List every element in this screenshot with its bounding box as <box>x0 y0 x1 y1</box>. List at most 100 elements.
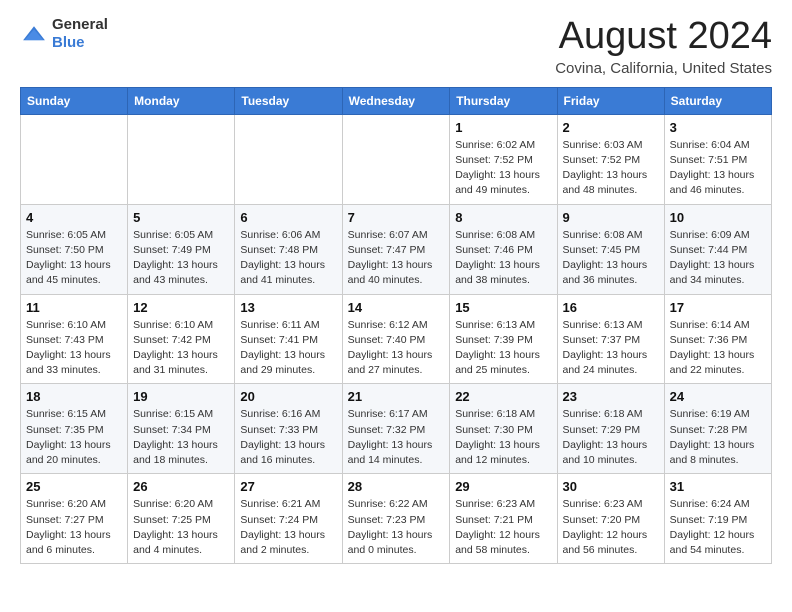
calendar-cell: 20 Sunrise: 6:16 AM Sunset: 7:33 PM Dayli… <box>235 384 342 474</box>
calendar-cell: 28 Sunrise: 6:22 AM Sunset: 7:23 PM Dayli… <box>342 474 450 564</box>
day-number: 26 <box>133 479 229 494</box>
day-number: 10 <box>670 210 766 225</box>
calendar-week-1: 1 Sunrise: 6:02 AM Sunset: 7:52 PM Daylig… <box>21 114 772 204</box>
day-info: Sunrise: 6:13 AM Sunset: 7:37 PM Dayligh… <box>563 318 659 379</box>
day-info: Sunrise: 6:04 AM Sunset: 7:51 PM Dayligh… <box>670 138 766 199</box>
day-number: 5 <box>133 210 229 225</box>
calendar-cell: 19Sunrise: 6:15 AM Sunset: 7:34 PM Dayli… <box>128 384 235 474</box>
day-info: Sunrise: 6:19 AM Sunset: 7:28 PM Dayligh… <box>670 407 766 468</box>
day-number: 25 <box>26 479 122 494</box>
calendar-cell: 2Sunrise: 6:03 AM Sunset: 7:52 PM Daylig… <box>557 114 664 204</box>
calendar-cell: 14 Sunrise: 6:12 AM Sunset: 7:40 PM Dayli… <box>342 294 450 384</box>
day-info: Sunrise: 6:10 AM Sunset: 7:42 PM Dayligh… <box>133 318 229 379</box>
calendar-cell: 4Sunrise: 6:05 AM Sunset: 7:50 PM Daylig… <box>21 204 128 294</box>
header-saturday: Saturday <box>664 87 771 114</box>
day-number: 7 <box>348 210 445 225</box>
header-sunday: Sunday <box>21 87 128 114</box>
calendar-cell <box>128 114 235 204</box>
day-number: 16 <box>563 300 659 315</box>
day-info: Sunrise: 6:20 AM Sunset: 7:27 PM Dayligh… <box>26 497 122 558</box>
day-info: Sunrise: 6:14 AM Sunset: 7:36 PM Dayligh… <box>670 318 766 379</box>
day-number: 14 <box>348 300 445 315</box>
logo-icon <box>20 23 48 45</box>
calendar-cell: 31 Sunrise: 6:24 AM Sunset: 7:19 PM Dayli… <box>664 474 771 564</box>
calendar-cell: 30 Sunrise: 6:23 AM Sunset: 7:20 PM Dayli… <box>557 474 664 564</box>
header-friday: Friday <box>557 87 664 114</box>
day-number: 11 <box>26 300 122 315</box>
day-number: 30 <box>563 479 659 494</box>
logo-blue: Blue <box>52 34 85 51</box>
calendar-cell: 26 Sunrise: 6:20 AM Sunset: 7:25 PM Dayli… <box>128 474 235 564</box>
calendar-cell <box>235 114 342 204</box>
day-info: Sunrise: 6:07 AM Sunset: 7:47 PM Dayligh… <box>348 228 445 289</box>
calendar-cell: 6 Sunrise: 6:06 AM Sunset: 7:48 PM Daylig… <box>235 204 342 294</box>
day-number: 6 <box>240 210 336 225</box>
day-info: Sunrise: 6:17 AM Sunset: 7:32 PM Dayligh… <box>348 407 445 468</box>
calendar-cell: 15 Sunrise: 6:13 AM Sunset: 7:39 PM Dayli… <box>450 294 557 384</box>
calendar-cell <box>21 114 128 204</box>
day-info: Sunrise: 6:18 AM Sunset: 7:30 PM Dayligh… <box>455 407 551 468</box>
main-title: August 2024 <box>555 16 772 58</box>
calendar-cell: 25 Sunrise: 6:20 AM Sunset: 7:27 PM Dayli… <box>21 474 128 564</box>
calendar-cell: 12 Sunrise: 6:10 AM Sunset: 7:42 PM Dayli… <box>128 294 235 384</box>
day-info: Sunrise: 6:18 AM Sunset: 7:29 PM Dayligh… <box>563 407 659 468</box>
day-info: Sunrise: 6:20 AM Sunset: 7:25 PM Dayligh… <box>133 497 229 558</box>
calendar-header-row: SundayMondayTuesdayWednesdayThursdayFrid… <box>21 87 772 114</box>
calendar-cell: 10Sunrise: 6:09 AM Sunset: 7:44 PM Dayli… <box>664 204 771 294</box>
logo-text: General Blue <box>52 16 108 52</box>
calendar-cell: 13Sunrise: 6:11 AM Sunset: 7:41 PM Dayli… <box>235 294 342 384</box>
calendar-cell: 9 Sunrise: 6:08 AM Sunset: 7:45 PM Daylig… <box>557 204 664 294</box>
day-info: Sunrise: 6:02 AM Sunset: 7:52 PM Dayligh… <box>455 138 551 199</box>
day-info: Sunrise: 6:03 AM Sunset: 7:52 PM Dayligh… <box>563 138 659 199</box>
day-number: 31 <box>670 479 766 494</box>
day-info: Sunrise: 6:13 AM Sunset: 7:39 PM Dayligh… <box>455 318 551 379</box>
day-number: 18 <box>26 389 122 404</box>
calendar-cell: 24 Sunrise: 6:19 AM Sunset: 7:28 PM Dayli… <box>664 384 771 474</box>
day-info: Sunrise: 6:24 AM Sunset: 7:19 PM Dayligh… <box>670 497 766 558</box>
calendar-cell: 11 Sunrise: 6:10 AM Sunset: 7:43 PM Dayli… <box>21 294 128 384</box>
header-thursday: Thursday <box>450 87 557 114</box>
day-info: Sunrise: 6:08 AM Sunset: 7:45 PM Dayligh… <box>563 228 659 289</box>
day-info: Sunrise: 6:21 AM Sunset: 7:24 PM Dayligh… <box>240 497 336 558</box>
day-number: 15 <box>455 300 551 315</box>
title-block: August 2024 Covina, California, United S… <box>555 16 772 77</box>
calendar-cell <box>342 114 450 204</box>
day-number: 12 <box>133 300 229 315</box>
calendar-cell: 17 Sunrise: 6:14 AM Sunset: 7:36 PM Dayli… <box>664 294 771 384</box>
day-number: 19 <box>133 389 229 404</box>
day-info: Sunrise: 6:16 AM Sunset: 7:33 PM Dayligh… <box>240 407 336 468</box>
subtitle: Covina, California, United States <box>555 60 772 77</box>
day-info: Sunrise: 6:22 AM Sunset: 7:23 PM Dayligh… <box>348 497 445 558</box>
calendar-week-3: 11 Sunrise: 6:10 AM Sunset: 7:43 PM Dayli… <box>21 294 772 384</box>
calendar-cell: 8Sunrise: 6:08 AM Sunset: 7:46 PM Daylig… <box>450 204 557 294</box>
day-number: 1 <box>455 120 551 135</box>
calendar-week-4: 18Sunrise: 6:15 AM Sunset: 7:35 PM Dayli… <box>21 384 772 474</box>
page-header: General Blue August 2024 Covina, Califor… <box>20 16 772 77</box>
calendar-week-2: 4Sunrise: 6:05 AM Sunset: 7:50 PM Daylig… <box>21 204 772 294</box>
day-number: 21 <box>348 389 445 404</box>
calendar-cell: 5 Sunrise: 6:05 AM Sunset: 7:49 PM Daylig… <box>128 204 235 294</box>
day-number: 8 <box>455 210 551 225</box>
header-tuesday: Tuesday <box>235 87 342 114</box>
day-info: Sunrise: 6:06 AM Sunset: 7:48 PM Dayligh… <box>240 228 336 289</box>
header-monday: Monday <box>128 87 235 114</box>
calendar-cell: 18Sunrise: 6:15 AM Sunset: 7:35 PM Dayli… <box>21 384 128 474</box>
calendar-cell: 23Sunrise: 6:18 AM Sunset: 7:29 PM Dayli… <box>557 384 664 474</box>
day-number: 24 <box>670 389 766 404</box>
day-info: Sunrise: 6:12 AM Sunset: 7:40 PM Dayligh… <box>348 318 445 379</box>
day-number: 9 <box>563 210 659 225</box>
day-info: Sunrise: 6:23 AM Sunset: 7:21 PM Dayligh… <box>455 497 551 558</box>
calendar-cell: 27Sunrise: 6:21 AM Sunset: 7:24 PM Dayli… <box>235 474 342 564</box>
calendar-cell: 16 Sunrise: 6:13 AM Sunset: 7:37 PM Dayli… <box>557 294 664 384</box>
day-number: 13 <box>240 300 336 315</box>
day-number: 28 <box>348 479 445 494</box>
day-info: Sunrise: 6:05 AM Sunset: 7:49 PM Dayligh… <box>133 228 229 289</box>
day-info: Sunrise: 6:10 AM Sunset: 7:43 PM Dayligh… <box>26 318 122 379</box>
calendar-cell: 21 Sunrise: 6:17 AM Sunset: 7:32 PM Dayli… <box>342 384 450 474</box>
day-info: Sunrise: 6:23 AM Sunset: 7:20 PM Dayligh… <box>563 497 659 558</box>
day-number: 17 <box>670 300 766 315</box>
day-number: 3 <box>670 120 766 135</box>
day-number: 20 <box>240 389 336 404</box>
calendar-cell: 1 Sunrise: 6:02 AM Sunset: 7:52 PM Daylig… <box>450 114 557 204</box>
calendar-week-5: 25 Sunrise: 6:20 AM Sunset: 7:27 PM Dayli… <box>21 474 772 564</box>
